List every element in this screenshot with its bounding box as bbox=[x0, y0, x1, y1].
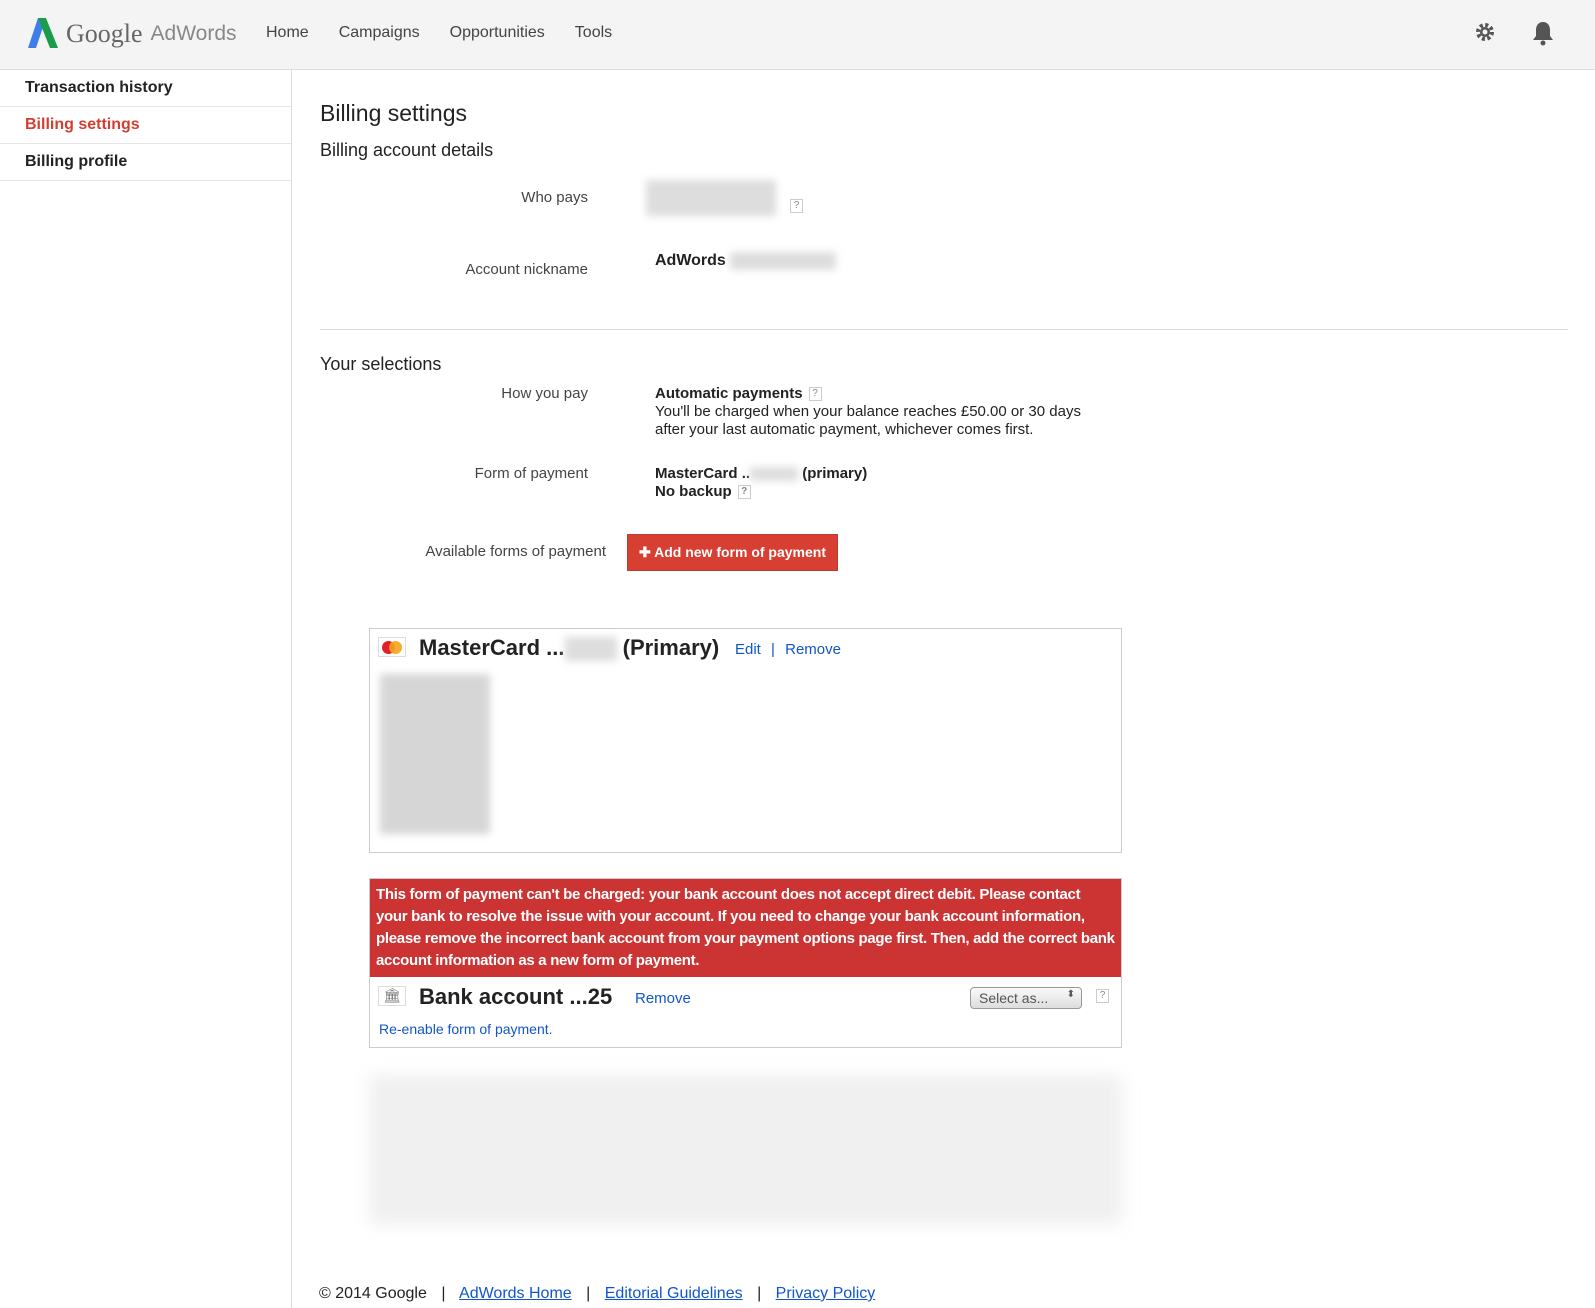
adwords-logo[interactable]: Google AdWords bbox=[26, 18, 237, 50]
form-of-payment-value: MasterCard .. bbox=[655, 465, 751, 482]
who-pays-redacted bbox=[646, 180, 776, 216]
section-heading-account-details: Billing account details bbox=[320, 140, 494, 160]
billing-address-redacted bbox=[380, 674, 490, 834]
separator: | bbox=[586, 1285, 591, 1302]
sidebar-item-billing-profile[interactable]: Billing profile bbox=[0, 144, 291, 181]
nav-opportunities[interactable]: Opportunities bbox=[450, 24, 545, 42]
nav-tools[interactable]: Tools bbox=[575, 24, 612, 42]
select-as-dropdown[interactable]: Select as... ⬍ bbox=[970, 987, 1082, 1009]
gear-icon[interactable] bbox=[1473, 20, 1497, 44]
divider bbox=[320, 329, 1568, 330]
plus-icon: ✚ bbox=[639, 544, 655, 560]
bank-error-message: This form of payment can't be charged: y… bbox=[370, 879, 1121, 977]
sidebar-item-billing-settings[interactable]: Billing settings bbox=[0, 107, 291, 144]
who-pays-label: Who pays bbox=[521, 189, 588, 206]
bank-account-card: This form of payment can't be charged: y… bbox=[369, 878, 1122, 1048]
section-heading-selections: Your selections bbox=[320, 354, 442, 374]
help-icon[interactable]: ? bbox=[737, 485, 751, 500]
footer-editorial-guidelines-link[interactable]: Editorial Guidelines bbox=[605, 1285, 743, 1302]
bank-account-title: Bank account ...25 bbox=[419, 984, 613, 1009]
help-icon[interactable]: ? bbox=[1096, 989, 1109, 1003]
redacted-payment-card bbox=[369, 1075, 1122, 1225]
help-icon[interactable]: ? bbox=[790, 199, 803, 213]
sidebar-item-transaction-history[interactable]: Transaction history bbox=[0, 70, 291, 107]
separator: | bbox=[441, 1285, 446, 1302]
form-of-payment-label: Form of payment bbox=[474, 465, 588, 482]
footer: © 2014 Google | AdWords Home | Editorial… bbox=[319, 1285, 875, 1303]
how-you-pay-label: How you pay bbox=[501, 385, 588, 402]
mastercard-icon bbox=[378, 637, 406, 657]
how-you-pay-value: Automatic payments bbox=[655, 385, 803, 402]
select-as-value: Select as... bbox=[979, 990, 1049, 1006]
separator: | bbox=[771, 641, 775, 658]
edit-link[interactable]: Edit bbox=[735, 641, 761, 658]
footer-privacy-policy-link[interactable]: Privacy Policy bbox=[776, 1285, 876, 1302]
footer-adwords-home-link[interactable]: AdWords Home bbox=[459, 1285, 572, 1302]
nickname-value: AdWords bbox=[655, 252, 726, 269]
help-icon[interactable]: ? bbox=[808, 387, 822, 402]
separator: | bbox=[757, 1285, 762, 1302]
logo-google-text: Google bbox=[66, 19, 143, 48]
how-you-pay-desc-2: after your last automatic payment, which… bbox=[655, 421, 1034, 438]
form-of-payment-primary: (primary) bbox=[802, 465, 868, 482]
card-number-redacted bbox=[750, 467, 799, 482]
top-bar: Google AdWords Home Campaigns Opportunit… bbox=[0, 0, 1595, 70]
mastercard-card: MasterCard ... (Primary) Edit | Remove bbox=[369, 628, 1122, 853]
remove-bank-link[interactable]: Remove bbox=[635, 990, 691, 1007]
mastercard-primary: (Primary) bbox=[622, 635, 720, 660]
bank-icon: 🏛 bbox=[378, 986, 406, 1006]
copyright: © 2014 Google bbox=[319, 1285, 427, 1302]
main-nav: Home Campaigns Opportunities Tools bbox=[266, 24, 612, 42]
card-number-redacted bbox=[564, 637, 617, 662]
logo-adwords-text: AdWords bbox=[150, 22, 237, 45]
page-title: Billing settings bbox=[320, 100, 468, 126]
add-payment-label: Add new form of payment bbox=[654, 544, 827, 560]
how-you-pay-desc-1: You'll be charged when your balance reac… bbox=[655, 403, 1081, 420]
nav-home[interactable]: Home bbox=[266, 24, 309, 42]
updown-icon: ⬍ bbox=[1066, 989, 1075, 1000]
sidebar: Transaction history Billing settings Bil… bbox=[0, 70, 292, 1308]
reenable-link[interactable]: Re-enable form of payment. bbox=[379, 1021, 553, 1037]
remove-link[interactable]: Remove bbox=[785, 641, 841, 658]
backup-value: No backup bbox=[655, 483, 732, 500]
add-payment-button[interactable]: ✚ Add new form of payment bbox=[627, 534, 839, 571]
bell-icon[interactable] bbox=[1531, 20, 1555, 46]
available-forms-label: Available forms of payment bbox=[425, 543, 606, 560]
adwords-logo-icon bbox=[28, 18, 58, 48]
mastercard-title: MasterCard ... bbox=[419, 635, 565, 660]
nickname-redacted bbox=[730, 252, 836, 270]
nav-campaigns[interactable]: Campaigns bbox=[339, 24, 420, 42]
nickname-label: Account nickname bbox=[465, 261, 588, 278]
